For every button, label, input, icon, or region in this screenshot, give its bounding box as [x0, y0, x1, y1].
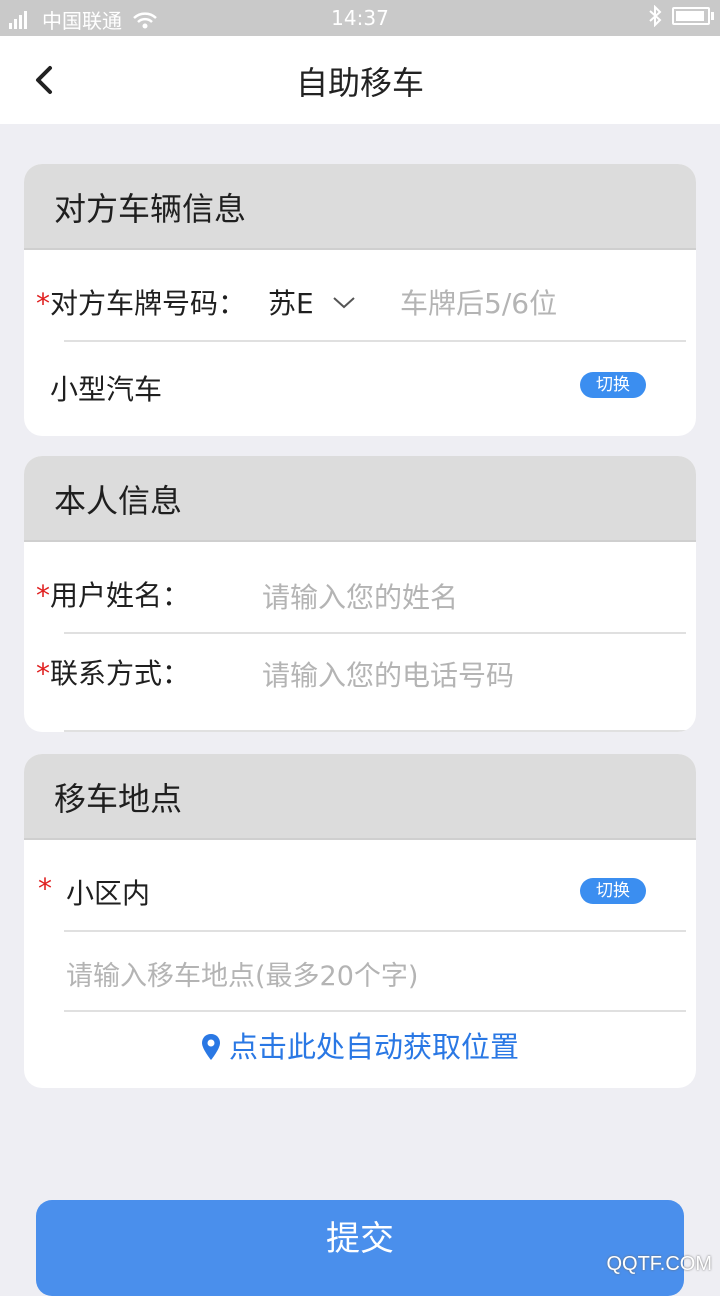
location-title: 移车地点: [54, 780, 183, 818]
required-mark: *: [38, 872, 52, 905]
auto-locate-button[interactable]: 点击此处自动获取位置: [24, 1024, 696, 1066]
required-mark: *: [36, 657, 50, 690]
card-header: 移车地点: [24, 754, 696, 840]
plate-label: *对方车牌号码：: [36, 282, 246, 322]
area-required: *: [38, 872, 52, 905]
address-row: 请输入移车地点(最多20个字): [24, 932, 696, 1010]
vehicle-type-switch-button[interactable]: 切换: [580, 372, 646, 398]
phone-label: *联系方式：: [36, 652, 190, 692]
nav-bar: 自助移车: [0, 36, 720, 124]
status-bar: 中国联通 14:37: [0, 0, 720, 36]
plate-row: *对方车牌号码： 苏E 车牌后5/6位: [24, 250, 696, 340]
other-vehicle-title: 对方车辆信息: [54, 190, 247, 228]
status-time: 14:37: [331, 6, 389, 30]
watermark: QQTF.COM: [606, 1253, 712, 1275]
name-input[interactable]: 请输入您的姓名: [262, 576, 458, 616]
card-header: 对方车辆信息: [24, 164, 696, 250]
personal-info-title: 本人信息: [54, 482, 183, 520]
location-pin-icon: [201, 1034, 220, 1060]
plate-prefix-select[interactable]: 苏E: [268, 282, 357, 322]
other-vehicle-card: 对方车辆信息 *对方车牌号码： 苏E 车牌后5/6位 小型汽车 切换: [24, 164, 696, 436]
name-label-text: 用户姓名：: [50, 579, 191, 612]
location-card: 移车地点 * 小区内 切换 请输入移车地点(最多20个字) 点击此处自动获取位置: [24, 754, 696, 1088]
area-value: 小区内: [66, 877, 151, 910]
name-row: *用户姓名： 请输入您的姓名: [24, 542, 696, 632]
plate-number-input[interactable]: 车牌后5/6位: [400, 282, 557, 322]
plate-prefix-value: 苏E: [268, 287, 314, 320]
submit-button[interactable]: 提交: [36, 1200, 684, 1296]
page-title: 自助移车: [295, 64, 424, 102]
personal-info-card: 本人信息 *用户姓名： 请输入您的姓名 *联系方式： 请输入您的电话号码: [24, 456, 696, 732]
battery-icon: [672, 7, 714, 25]
required-mark: *: [36, 287, 50, 320]
area-switch-button[interactable]: 切换: [580, 878, 646, 904]
required-mark: *: [36, 579, 50, 612]
phone-input[interactable]: 请输入您的电话号码: [262, 654, 514, 694]
status-right: [648, 5, 714, 27]
area-row: * 小区内 切换: [24, 840, 696, 930]
divider: [64, 1010, 686, 1012]
card-header: 本人信息: [24, 456, 696, 542]
vehicle-type-value: 小型汽车: [50, 373, 163, 406]
bluetooth-icon: [649, 5, 662, 27]
vehicle-type-row: 小型汽车 切换: [24, 342, 696, 432]
plate-label-text: 对方车牌号码：: [50, 287, 247, 320]
auto-locate-label: 点击此处自动获取位置: [228, 1030, 519, 1064]
chevron-down-icon: [332, 297, 355, 309]
phone-label-text: 联系方式：: [50, 657, 191, 690]
divider: [64, 730, 686, 732]
name-label: *用户姓名：: [36, 574, 190, 614]
phone-row: *联系方式： 请输入您的电话号码: [24, 634, 696, 724]
address-input[interactable]: 请输入移车地点(最多20个字): [66, 954, 418, 993]
